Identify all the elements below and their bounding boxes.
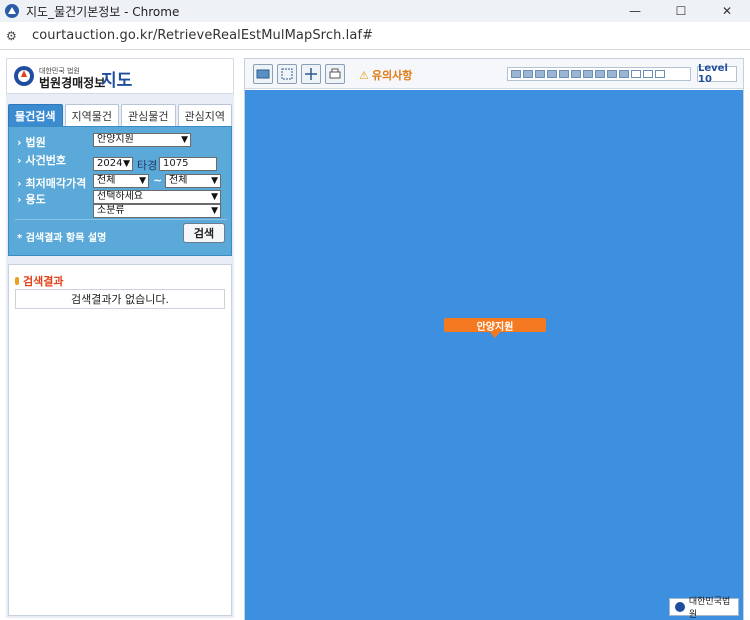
logo-title: 법원경매정보	[39, 76, 106, 90]
tab-favorite-items[interactable]: 관심물건	[121, 104, 176, 126]
price-to-select[interactable]: 전체 ▼	[165, 174, 221, 188]
zoom-level-segment[interactable]	[631, 70, 641, 78]
chevron-down-icon: ▼	[139, 176, 146, 186]
tab-regional-items[interactable]: 지역물건	[64, 104, 119, 126]
form-divider	[15, 219, 227, 220]
site-info-icon[interactable]: ⚙	[6, 29, 22, 43]
zoom-level-segment[interactable]	[619, 70, 629, 78]
marker-pointer	[490, 332, 500, 338]
zoom-level-label: Level 10	[697, 63, 737, 85]
printer-icon	[329, 68, 341, 79]
window-titlebar: 지도_물건기본정보 - Chrome — ☐ ✕	[0, 0, 750, 22]
search-results-panel: 검색결과 검색결과가 없습니다.	[8, 264, 232, 616]
chevron-down-icon: ▼	[211, 192, 218, 202]
window-title: 지도_물건기본정보 - Chrome	[26, 4, 180, 19]
chevron-down-icon: ▼	[211, 176, 218, 186]
left-panel: 대한민국 법원 법원경매정보 지도 물건검색 지역물건 관심물건 관심지역 법원…	[6, 58, 234, 618]
zoom-level-segment[interactable]	[535, 70, 545, 78]
court-select-value: 안양지원	[97, 134, 134, 145]
chevron-down-icon: ▼	[123, 159, 130, 169]
use-minor-select[interactable]: 소분류 ▼	[93, 204, 221, 218]
zoom-level-segment[interactable]	[511, 70, 521, 78]
map-panel: ⚠ 유의사항 Level 10 안양지원 대한민국법원	[244, 58, 744, 620]
price-to-value: 전체	[169, 175, 188, 186]
notice-link[interactable]: ⚠ 유의사항	[359, 67, 412, 83]
pan-button[interactable]	[301, 64, 321, 84]
search-tabs: 물건검색 지역물건 관심물건 관심지역	[8, 104, 232, 126]
map-view-button[interactable]	[253, 64, 273, 84]
tab-item-search[interactable]: 물건검색	[8, 104, 63, 126]
page: 대한민국 법원 법원경매정보 지도 물건검색 지역물건 관심물건 관심지역 법원…	[0, 50, 750, 620]
court-emblem-icon	[14, 66, 34, 86]
court-watermark-text: 대한민국법원	[688, 597, 731, 620]
bullet-icon	[15, 277, 19, 285]
zoom-level-segment[interactable]	[607, 70, 617, 78]
court-watermark-logo: 대한민국법원	[669, 597, 739, 620]
maximize-button[interactable]: ☐	[658, 0, 704, 22]
zoom-level-bar[interactable]	[507, 67, 691, 81]
zoom-level-segment[interactable]	[547, 70, 557, 78]
results-heading: 검색결과	[15, 273, 63, 289]
results-title: 검색결과	[23, 275, 64, 288]
zoom-level-segment[interactable]	[595, 70, 605, 78]
warning-icon: ⚠	[359, 69, 369, 82]
case-type-label: 타경	[137, 159, 158, 172]
tab-favorite-regions[interactable]: 관심지역	[177, 104, 232, 126]
zoom-area-icon	[281, 68, 293, 80]
chevron-down-icon: ▼	[211, 206, 218, 216]
zoom-level-segment[interactable]	[655, 70, 665, 78]
use-minor-value: 소분류	[97, 205, 125, 216]
case-year-value: 2024	[97, 158, 123, 169]
notice-text: 유의사항	[371, 69, 413, 82]
url-text[interactable]: courtauction.go.kr/RetrieveRealEstMulMap…	[32, 28, 373, 43]
court-emblem-icon	[5, 4, 19, 18]
court-location-marker[interactable]: 안양지원	[444, 318, 546, 333]
min-price-label: 최저매각가격	[17, 175, 87, 191]
court-emblem-icon	[675, 602, 685, 612]
logo-map-text: 지도	[101, 71, 133, 91]
price-range-tilde: ~	[153, 174, 163, 187]
move-arrows-icon	[305, 68, 317, 80]
use-major-select[interactable]: 선택하세요 ▼	[93, 190, 221, 204]
court-select[interactable]: 안양지원 ▼	[93, 133, 191, 147]
price-from-value: 전체	[97, 175, 116, 186]
zoom-area-button[interactable]	[277, 64, 297, 84]
price-from-select[interactable]: 전체 ▼	[93, 174, 149, 188]
map-canvas[interactable]: 안양지원 대한민국법원	[245, 90, 743, 620]
chevron-down-icon: ▼	[181, 135, 188, 145]
result-fields-help-link[interactable]: * 검색결과 항목 설명	[17, 229, 106, 244]
close-button[interactable]: ✕	[704, 0, 750, 22]
zoom-level-segment[interactable]	[643, 70, 653, 78]
case-year-select[interactable]: 2024 ▼	[93, 157, 133, 171]
search-button[interactable]: 검색	[183, 223, 225, 243]
print-button[interactable]	[325, 64, 345, 84]
address-bar[interactable]: ⚙ courtauction.go.kr/RetrieveRealEstMulM…	[0, 22, 750, 50]
map-toolbar: ⚠ 유의사항 Level 10	[245, 59, 743, 89]
site-logo[interactable]: 대한민국 법원 법원경매정보 지도	[6, 58, 234, 94]
search-form: 법원 안양지원 ▼ 사건번호 2024 ▼ 타경 1075 최저매각가격	[8, 126, 232, 256]
zoom-level-segment[interactable]	[559, 70, 569, 78]
zoom-level-segment[interactable]	[571, 70, 581, 78]
map-layer-icon	[256, 69, 270, 79]
court-label: 법원	[17, 134, 46, 150]
zoom-level-segment[interactable]	[583, 70, 593, 78]
case-number-input[interactable]: 1075	[159, 157, 217, 171]
minimize-button[interactable]: —	[612, 0, 658, 22]
zoom-level-segment[interactable]	[523, 70, 533, 78]
no-results-message: 검색결과가 없습니다.	[15, 289, 225, 309]
use-major-value: 선택하세요	[97, 191, 143, 202]
